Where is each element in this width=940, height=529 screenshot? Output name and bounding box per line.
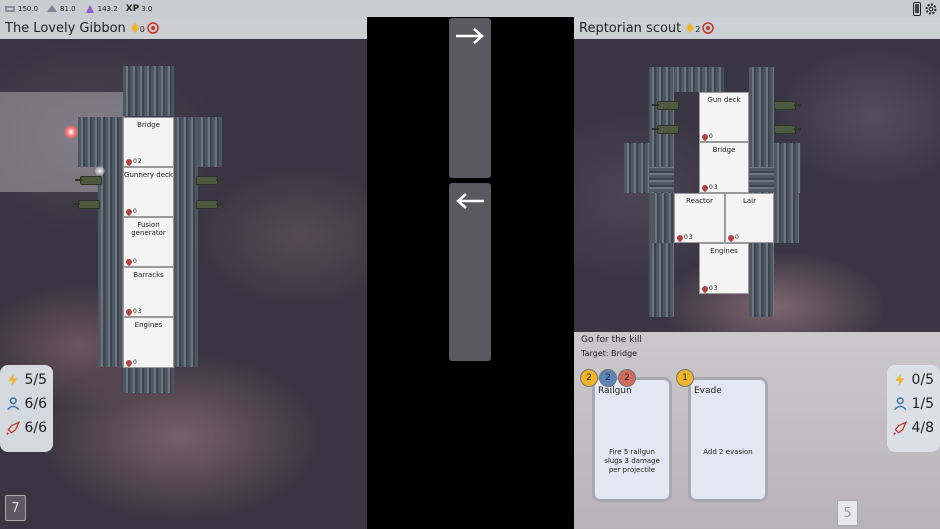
settings-icon[interactable]	[924, 2, 938, 16]
phone-icon[interactable]	[913, 1, 921, 16]
crew-icon	[7, 397, 20, 411]
weapon-turret	[652, 125, 679, 134]
evasion-icon	[130, 23, 139, 33]
hull-bottom	[123, 368, 174, 393]
heart-icon	[700, 183, 710, 192]
move-right-button[interactable]	[449, 18, 491, 178]
enemy-ship-name: Reptorian scout	[579, 20, 682, 36]
hull-mid-left	[652, 193, 674, 243]
heart-icon	[700, 132, 710, 141]
hull-mid-right	[774, 193, 799, 243]
heart-icon	[726, 233, 736, 242]
fuel-icon	[47, 4, 58, 12]
room-engines[interactable]: Engines 0	[123, 317, 174, 368]
weapon-turret	[196, 176, 223, 185]
hull-wing-right	[774, 143, 801, 193]
enemy-ship-view: Gun deck 0 Bridge 03 Reactor 03 Lair 0 E…	[574, 17, 940, 332]
room-gun-deck[interactable]: Gun deck 0	[699, 92, 749, 142]
room-barracks[interactable]: Barracks 03	[123, 267, 174, 317]
missile-icon	[893, 421, 908, 435]
xp-display: XP 3.0	[125, 3, 153, 14]
crew-cost: 2	[599, 369, 617, 387]
enemy-ship-header: Reptorian scout 2	[574, 17, 940, 39]
card-railgun[interactable]: Railgun Fire 5 railgun slugs 3 damage pe…	[592, 377, 672, 502]
heart-icon	[124, 257, 134, 266]
heart-icon	[124, 207, 134, 216]
resource-2: 81.0	[46, 4, 76, 14]
arrow-right-icon	[456, 28, 484, 44]
player-ship-view: Bridge 02 Gunnery deck 0 Fusion generato…	[0, 17, 367, 529]
move-left-button[interactable]	[449, 183, 491, 361]
heart-icon	[700, 284, 710, 293]
enemy-turn-counter: 5	[837, 500, 858, 526]
crew-icon	[894, 397, 907, 411]
energy-cost: 1	[676, 369, 694, 387]
room-bridge[interactable]: Bridge 02	[123, 117, 174, 167]
weapon-turret	[774, 125, 801, 134]
room-bridge[interactable]: Bridge 03	[699, 142, 749, 193]
player-ship-name: The Lovely Gibbon	[5, 20, 126, 36]
player-stats-card: 5/5 6/6 6/6	[0, 365, 53, 452]
heart-icon	[124, 307, 134, 316]
scrap-icon	[5, 5, 15, 12]
hull-right	[749, 67, 774, 317]
target-icon	[147, 22, 159, 34]
action-target: Target: Bridge	[581, 349, 638, 358]
player-ship-header: The Lovely Gibbon 0	[0, 17, 367, 39]
weapon-turret	[774, 101, 801, 110]
hull-wing-left	[78, 117, 98, 167]
evasion-icon	[686, 23, 695, 33]
room-fusion-generator[interactable]: Fusion generator 0	[123, 217, 174, 267]
crystal-icon	[85, 4, 94, 13]
resource-3: 143.2	[84, 4, 118, 14]
target-icon	[702, 22, 715, 34]
hull-wing-left	[624, 143, 649, 193]
energy-cost: 2	[580, 369, 598, 387]
enemy-stats-card: 0/5 1/5 4/8	[887, 365, 940, 452]
room-gunnery-deck[interactable]: Gunnery deck 0	[123, 167, 174, 217]
impact-spark	[95, 166, 105, 176]
weapon-turret	[652, 101, 679, 110]
card-evade[interactable]: Evade Add 2 evasion	[688, 377, 768, 502]
action-title: Go for the kill	[581, 335, 642, 345]
card-railgun-cost: 2 2 2	[580, 369, 636, 387]
card-evade-cost: 1	[676, 369, 694, 387]
heart-icon	[124, 157, 134, 166]
weapon-turret	[75, 176, 102, 185]
missile-icon	[6, 421, 21, 435]
hull-left	[98, 117, 123, 367]
top-right-icons	[913, 0, 938, 17]
weapon-turret	[196, 200, 223, 209]
energy-icon	[895, 373, 905, 387]
hull-cross-right	[749, 167, 774, 192]
player-turn-counter: 7	[5, 495, 26, 521]
hull-top	[674, 67, 724, 92]
hull-right	[174, 117, 198, 367]
room-lair[interactable]: Lair 0	[725, 193, 774, 243]
heart-icon	[124, 358, 134, 367]
room-reactor[interactable]: Reactor 03	[674, 193, 725, 243]
top-resource-bar: 150.0 81.0 143.2 XP 3.0	[0, 0, 940, 17]
room-engines[interactable]: Engines 03	[699, 243, 749, 294]
hull-wing-right	[198, 117, 222, 167]
hull-cross-left	[649, 167, 674, 192]
impact-flash	[64, 125, 78, 139]
heart-icon	[675, 233, 685, 242]
arrow-left-icon	[456, 193, 484, 209]
energy-icon	[8, 373, 18, 387]
hull-top	[123, 66, 174, 116]
missile-cost: 2	[618, 369, 636, 387]
resource-1: 150.0	[4, 4, 38, 14]
weapon-turret	[73, 200, 100, 209]
action-panel: Go for the kill Target: Bridge Railgun F…	[574, 332, 940, 529]
